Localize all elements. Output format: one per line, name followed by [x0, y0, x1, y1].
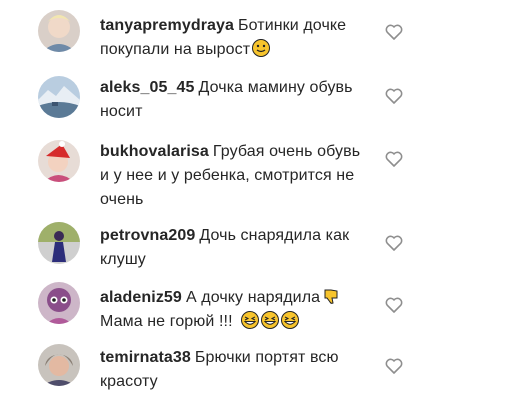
- avatar-image: [38, 140, 80, 182]
- comment-body: Грубая очень: [212, 143, 313, 160]
- like-heart-icon[interactable]: [384, 295, 404, 315]
- comment-username[interactable]: aladeniz59: [100, 289, 182, 306]
- comment-text: temirnata38 Брючки портят всю красоту: [100, 346, 370, 394]
- thumbs-down-emoji: [322, 287, 340, 305]
- avatar-image: [38, 222, 80, 264]
- comment-body: Брючки портят всю: [194, 349, 339, 366]
- avatar[interactable]: [38, 76, 80, 118]
- avatar-image: [38, 10, 80, 52]
- comment-body: А дочку нарядила: [185, 289, 321, 306]
- slightly-smiling-face-emoji: [252, 39, 271, 57]
- comment-username[interactable]: temirnata38: [100, 349, 191, 366]
- comment-username[interactable]: aleks_05_45: [100, 79, 195, 96]
- comment-text: aladeniz59 А дочку нарядила Мама не горюй…: [100, 286, 370, 334]
- like-heart-icon[interactable]: [384, 86, 404, 106]
- comment-list: tanyapremydraya Ботинки дочке покупали на…: [0, 0, 528, 405]
- comment-username[interactable]: bukhovalarisa: [100, 143, 209, 160]
- avatar[interactable]: [38, 222, 80, 264]
- comment-text: aleks_05_45 Дочка мамину обувь носит: [100, 76, 370, 124]
- avatar[interactable]: [38, 282, 80, 324]
- comment-body: Дочка мамину: [198, 79, 305, 96]
- avatar-image: [38, 76, 80, 118]
- comment-text: petrovna209 Дочь снарядила как клушу: [100, 224, 370, 272]
- comment-body: Ботинки: [238, 17, 299, 34]
- like-heart-icon[interactable]: [384, 233, 404, 253]
- comment-text: tanyapremydraya Ботинки дочке покупали на…: [100, 14, 370, 62]
- comment-body: Дочь снарядила: [199, 227, 322, 244]
- grinning-squinting-face-emoji: [260, 311, 279, 329]
- grinning-squinting-face-emoji: [240, 311, 259, 329]
- like-heart-icon[interactable]: [384, 356, 404, 376]
- like-heart-icon[interactable]: [384, 149, 404, 169]
- comment-text: bukhovalarisa Грубая очень обувь и у нее …: [100, 140, 370, 212]
- comment-username[interactable]: tanyapremydraya: [100, 17, 234, 34]
- avatar-image: [38, 344, 80, 386]
- grinning-squinting-face-emoji: [280, 311, 299, 329]
- avatar[interactable]: [38, 10, 80, 52]
- comment-body-cont: красоту: [100, 373, 158, 390]
- avatar[interactable]: [38, 344, 80, 386]
- avatar-image: [38, 282, 80, 324]
- avatar[interactable]: [38, 140, 80, 182]
- comment-username[interactable]: petrovna209: [100, 227, 195, 244]
- like-heart-icon[interactable]: [384, 22, 404, 42]
- comment-body-cont: Мама не горюй !!!: [100, 313, 233, 330]
